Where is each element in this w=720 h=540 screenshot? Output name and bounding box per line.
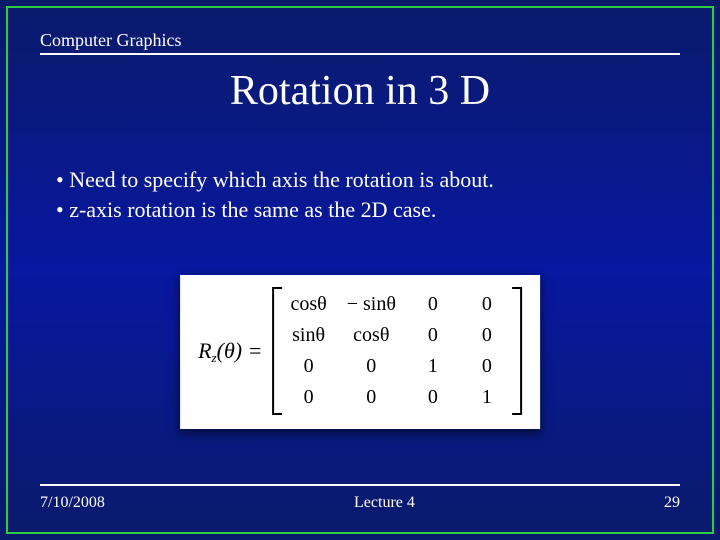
matrix-cell: 0	[347, 355, 396, 378]
matrix-cell: sinθ	[290, 324, 326, 347]
matrix-cell: 0	[416, 324, 450, 347]
footer-date: 7/10/2008	[40, 494, 105, 512]
matrix-cell: cosθ	[290, 293, 326, 316]
matrix-cell: 0	[290, 355, 326, 378]
bullet-item: z-axis rotation is the same as the 2D ca…	[56, 195, 680, 225]
equation-box: Rz(θ) = cosθ − sinθ 0 0 sinθ cosθ 0 0 0 …	[180, 275, 540, 429]
matrix-cell: 0	[470, 324, 504, 347]
matrix-cell: 0	[470, 355, 504, 378]
matrix-cell: 1	[470, 386, 504, 409]
bullet-item: Need to specify which axis the rotation …	[56, 165, 680, 195]
equation-lhs: Rz(θ) =	[198, 338, 262, 364]
matrix-cell: cosθ	[347, 324, 396, 347]
course-label: Computer Graphics	[40, 30, 680, 51]
lhs-subscript: z	[212, 350, 217, 365]
matrix-cell: 0	[416, 293, 450, 316]
matrix-left-bracket	[272, 287, 282, 415]
matrix-cell: − sinθ	[347, 293, 396, 316]
equation: Rz(θ) = cosθ − sinθ 0 0 sinθ cosθ 0 0 0 …	[198, 287, 522, 415]
lhs-arg: θ	[224, 338, 235, 363]
matrix-cell: 0	[470, 293, 504, 316]
footer-rule	[40, 484, 680, 486]
matrix-right-bracket	[512, 287, 522, 415]
matrix-cell: 0	[347, 386, 396, 409]
matrix-cell: 0	[416, 386, 450, 409]
matrix-body: cosθ − sinθ 0 0 sinθ cosθ 0 0 0 0 1 0 0 …	[282, 287, 511, 415]
footer-lecture: Lecture 4	[354, 494, 415, 512]
matrix: cosθ − sinθ 0 0 sinθ cosθ 0 0 0 0 1 0 0 …	[272, 287, 521, 415]
eq-sign: =	[248, 338, 263, 363]
footer-page: 29	[664, 494, 680, 512]
slide-footer: 7/10/2008 Lecture 4 29	[40, 484, 680, 512]
matrix-cell: 0	[290, 386, 326, 409]
bullet-list: Need to specify which axis the rotation …	[56, 165, 680, 224]
lhs-symbol: R	[198, 338, 211, 363]
matrix-cell: 1	[416, 355, 450, 378]
slide-header: Computer Graphics Rotation in 3 D	[40, 30, 680, 115]
slide-title: Rotation in 3 D	[40, 67, 680, 115]
header-rule	[40, 53, 680, 55]
